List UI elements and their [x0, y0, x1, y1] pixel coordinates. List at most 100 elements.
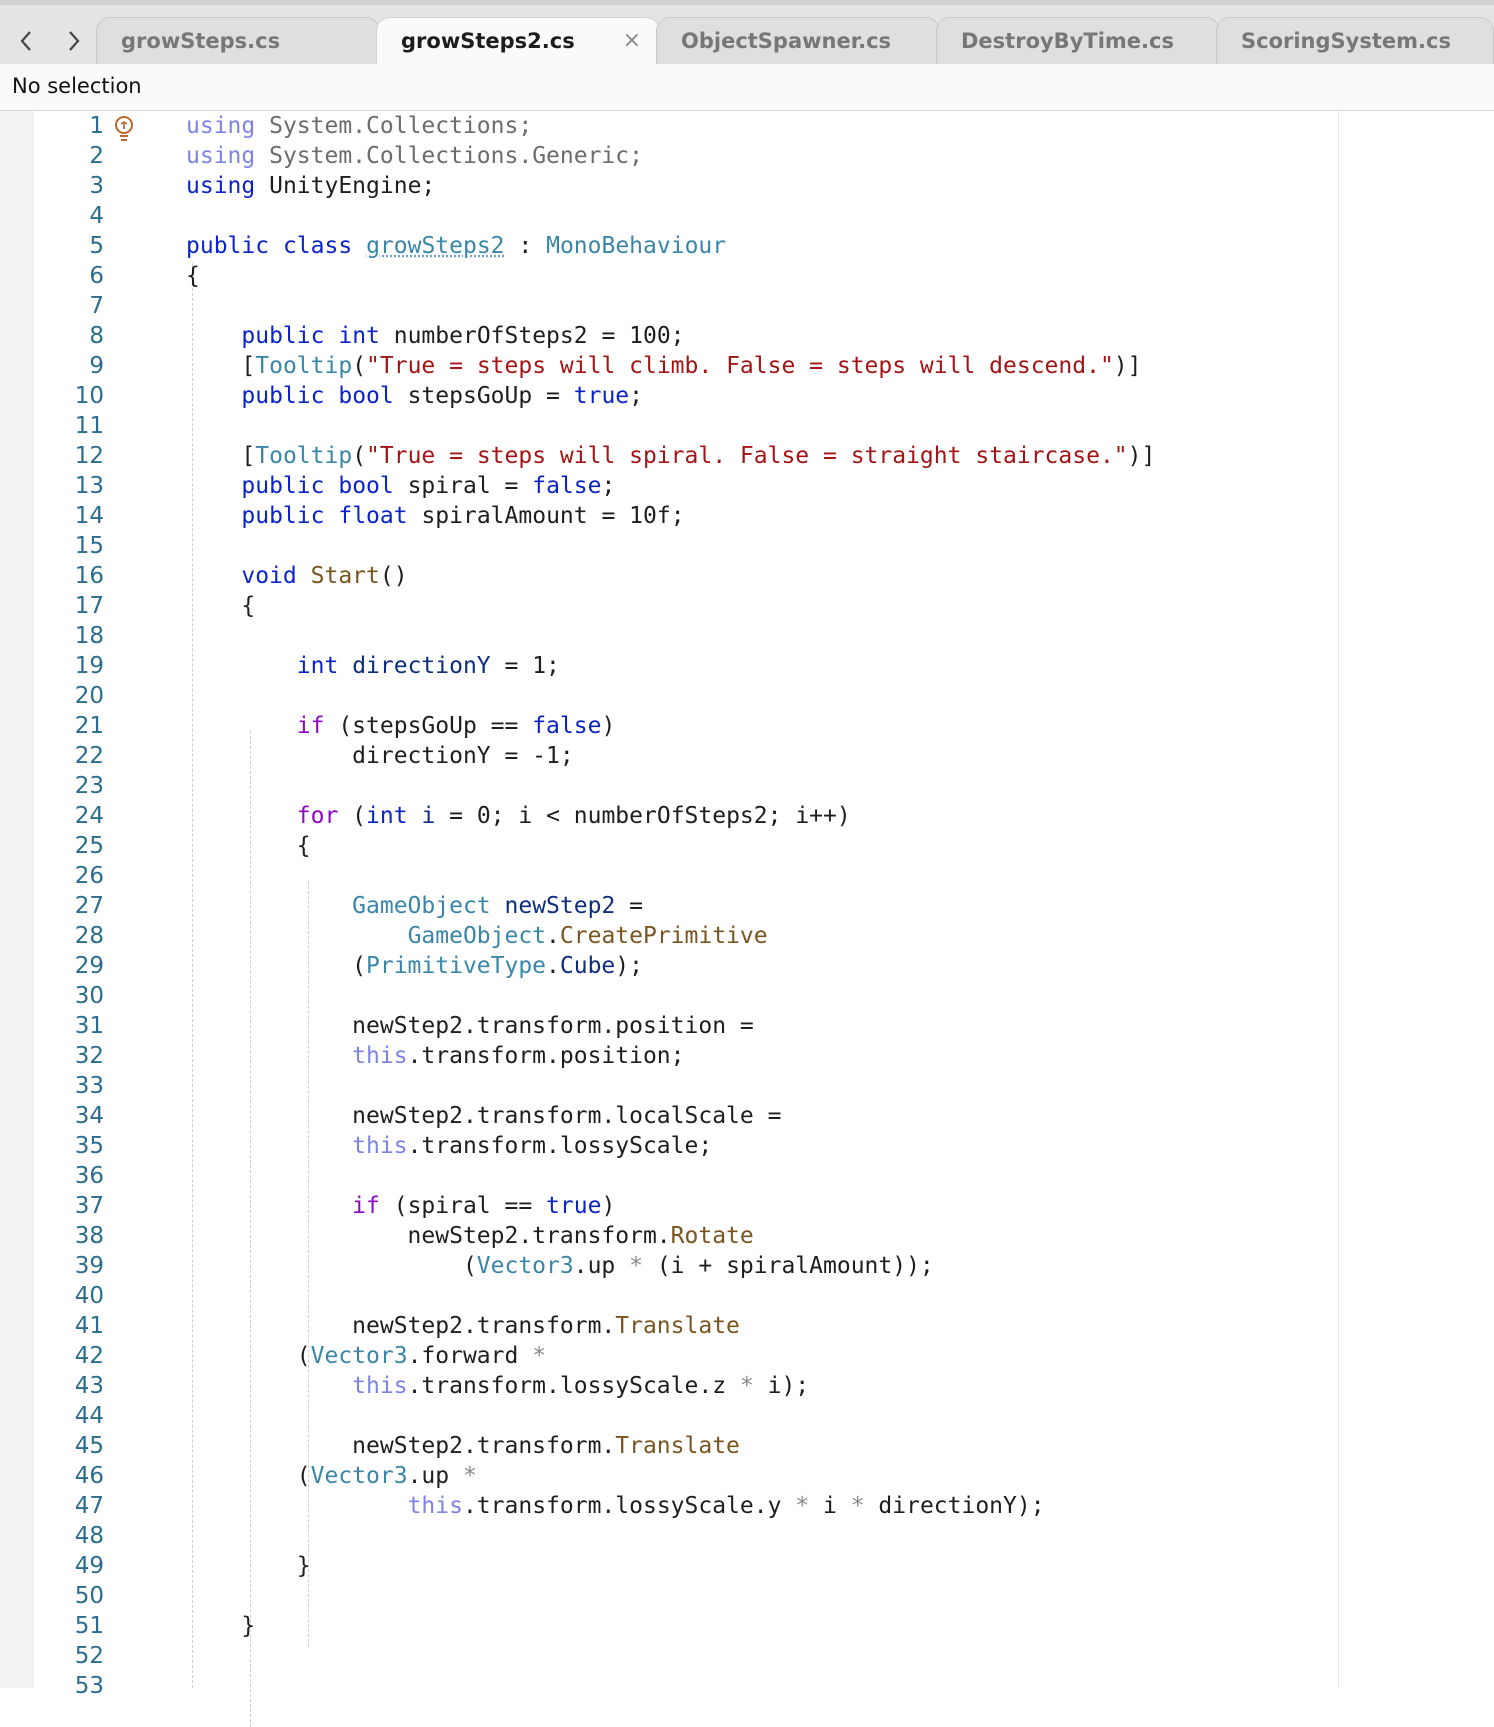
line-number: 1	[89, 113, 104, 139]
code-line[interactable]: using System.Collections.Generic;	[186, 141, 1155, 171]
code-token: .transform.position;	[407, 1043, 685, 1069]
code-token: }	[186, 1553, 311, 1579]
code-line[interactable]: this.transform.lossyScale.y * i * direct…	[186, 1491, 1155, 1521]
line-number: 9	[89, 353, 104, 379]
code-line[interactable]: (Vector3.up *	[186, 1461, 1155, 1491]
code-token: public	[241, 503, 325, 529]
code-line[interactable]: newStep2.transform.Translate	[186, 1311, 1155, 1341]
code-line[interactable]: public bool stepsGoUp = true;	[186, 381, 1155, 411]
code-line[interactable]: {	[186, 261, 1155, 291]
code-line[interactable]: (PrimitiveType.Cube);	[186, 951, 1155, 981]
line-number: 44	[74, 1403, 104, 1429]
code-line[interactable]: }	[186, 1551, 1155, 1581]
code-line[interactable]: {	[186, 831, 1155, 861]
code-line[interactable]	[186, 291, 1155, 321]
code-line[interactable]: for (int i = 0; i < numberOfSteps2; i++)	[186, 801, 1155, 831]
code-token: public	[241, 383, 325, 409]
code-line[interactable]	[186, 1401, 1155, 1431]
tab-objectspawner[interactable]: ObjectSpawner.cs	[656, 17, 940, 64]
code-line[interactable]: GameObject newStep2 =	[186, 891, 1155, 921]
code-token: newStep2.transform.	[186, 1433, 616, 1459]
code-line[interactable]: void Start()	[186, 561, 1155, 591]
code-line[interactable]	[186, 981, 1155, 1011]
code-line[interactable]	[186, 1521, 1155, 1551]
code-area[interactable]: using System.Collections; using System.Co…	[186, 111, 1155, 1701]
code-token: i	[421, 803, 436, 829]
code-token: GameObject	[407, 923, 547, 949]
code-line[interactable]: if (stepsGoUp == false)	[186, 711, 1155, 741]
code-line[interactable]	[186, 621, 1155, 651]
code-line[interactable]	[186, 861, 1155, 891]
code-line[interactable]: }	[186, 1611, 1155, 1641]
code-line[interactable]	[186, 411, 1155, 441]
code-token: {	[186, 263, 200, 289]
code-line[interactable]	[186, 771, 1155, 801]
code-line[interactable]: (Vector3.forward *	[186, 1341, 1155, 1371]
code-token: (	[338, 803, 367, 829]
code-line[interactable]	[186, 1281, 1155, 1311]
code-token: CreatePrimitive	[559, 923, 768, 949]
code-line[interactable]	[186, 531, 1155, 561]
code-token: .transform.lossyScale.y	[462, 1493, 796, 1519]
tab-close-button[interactable]: ×	[623, 18, 641, 64]
code-token: (spiral ==	[379, 1193, 547, 1219]
code-token: i);	[753, 1373, 810, 1399]
code-line[interactable]: {	[186, 591, 1155, 621]
code-line[interactable]: this.transform.lossyScale;	[186, 1131, 1155, 1161]
code-line[interactable]	[186, 1071, 1155, 1101]
code-token: );	[615, 953, 643, 979]
code-editor[interactable]: 1 2 3 4 5 6 7 8 9 10 11 12 13 14 15 16 17 18 19 20 21 22 23 24 2…	[0, 111, 1494, 1727]
code-line[interactable]: using UnityEngine;	[186, 171, 1155, 201]
code-line[interactable]: this.transform.position;	[186, 1041, 1155, 1071]
tab-destroybytime[interactable]: DestroyByTime.cs	[936, 17, 1220, 64]
code-line[interactable]: if (spiral == true)	[186, 1191, 1155, 1221]
code-token: Cube	[559, 953, 616, 979]
code-token: .up	[407, 1463, 463, 1489]
code-line[interactable]: [Tooltip("True = steps will spiral. Fals…	[186, 441, 1155, 471]
code-line[interactable]: newStep2.transform.Translate	[186, 1431, 1155, 1461]
code-token: Translate	[615, 1313, 740, 1339]
code-line[interactable]	[186, 201, 1155, 231]
code-line[interactable]: public float spiralAmount = 10f;	[186, 501, 1155, 531]
code-line[interactable]: int directionY = 1;	[186, 651, 1155, 681]
code-line[interactable]: public class growSteps2 : MonoBehaviour	[186, 231, 1155, 261]
code-line[interactable]: this.transform.lossyScale.z * i);	[186, 1371, 1155, 1401]
code-token: [	[186, 353, 256, 379]
code-line[interactable]	[186, 1161, 1155, 1191]
code-line[interactable]: GameObject.CreatePrimitive	[186, 921, 1155, 951]
line-number-gutter: 1 2 3 4 5 6 7 8 9 10 11 12 13 14 15 16 17 18 19 20 21 22 23 24 2…	[34, 111, 104, 1701]
code-line[interactable]: newStep2.transform.Rotate	[186, 1221, 1155, 1251]
code-line[interactable]: newStep2.transform.position =	[186, 1011, 1155, 1041]
code-token: true	[546, 1193, 602, 1219]
code-token: {	[186, 833, 311, 859]
code-line[interactable]	[186, 681, 1155, 711]
code-line[interactable]	[186, 1581, 1155, 1611]
lightbulb-icon[interactable]	[112, 115, 136, 143]
code-token: )	[601, 713, 616, 739]
tab-scoringsystem[interactable]: ScoringSystem.cs	[1216, 17, 1494, 64]
forward-button[interactable]	[56, 23, 92, 59]
code-token: class	[282, 233, 353, 259]
code-token: )	[601, 1193, 616, 1219]
code-line[interactable]: using System.Collections;	[186, 111, 1155, 141]
tab-growsteps[interactable]: growSteps.cs	[96, 17, 380, 64]
code-line[interactable]	[186, 1671, 1155, 1701]
code-token: Vector3	[476, 1253, 574, 1279]
code-line[interactable]	[186, 1641, 1155, 1671]
code-line[interactable]: newStep2.transform.localScale =	[186, 1101, 1155, 1131]
code-line[interactable]: [Tooltip("True = steps will climb. False…	[186, 351, 1155, 381]
code-line[interactable]: directionY = -1;	[186, 741, 1155, 771]
line-number: 17	[74, 593, 104, 619]
line-number: 38	[74, 1223, 104, 1249]
tab-label: ObjectSpawner.cs	[681, 29, 892, 53]
code-line[interactable]: (Vector3.up * (i + spiralAmount));	[186, 1251, 1155, 1281]
code-line[interactable]: public bool spiral = false;	[186, 471, 1155, 501]
tab-growsteps2[interactable]: growSteps2.cs ×	[376, 17, 660, 69]
code-token: int	[296, 653, 339, 679]
back-button[interactable]	[8, 23, 44, 59]
code-line[interactable]: public int numberOfSteps2 = 100;	[186, 321, 1155, 351]
